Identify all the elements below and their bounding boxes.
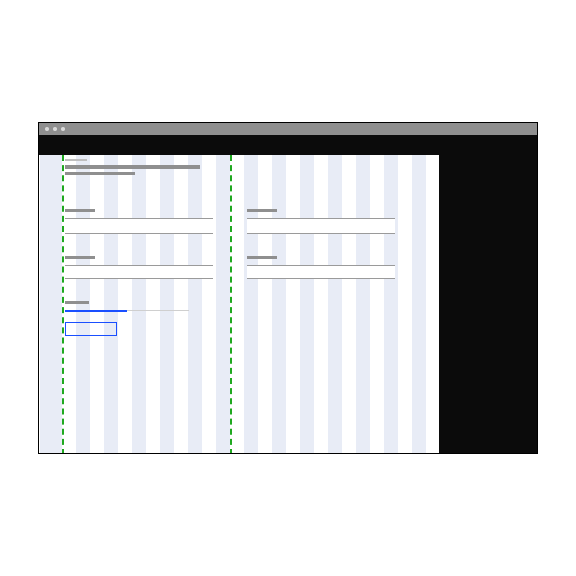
submit-button[interactable] — [65, 322, 117, 336]
editor-canvas — [39, 155, 537, 454]
layout-guide-left[interactable] — [62, 155, 64, 454]
app-window — [38, 122, 538, 454]
breadcrumb-placeholder — [65, 159, 87, 161]
active-underline-input[interactable] — [65, 310, 127, 312]
window-menubar — [39, 135, 537, 155]
window-control-close-icon[interactable] — [45, 127, 49, 131]
field-label — [247, 209, 277, 212]
text-input[interactable] — [65, 218, 213, 234]
text-input[interactable] — [65, 265, 213, 279]
form-row — [65, 256, 419, 279]
page-subtitle — [65, 172, 135, 175]
window-control-max-icon[interactable] — [61, 127, 65, 131]
field-label — [247, 256, 277, 259]
form-section — [65, 165, 419, 336]
form-field — [247, 209, 395, 234]
form-field — [65, 209, 213, 234]
field-label — [65, 301, 89, 304]
window-control-min-icon[interactable] — [53, 127, 57, 131]
text-input[interactable] — [247, 218, 395, 234]
page-title — [65, 165, 200, 169]
window-titlebar — [39, 123, 537, 135]
field-label — [65, 209, 95, 212]
form-field — [65, 256, 213, 279]
form-row — [65, 209, 419, 234]
form-field — [247, 256, 395, 279]
design-page — [39, 155, 439, 454]
text-input[interactable] — [247, 265, 395, 279]
field-label — [65, 256, 95, 259]
